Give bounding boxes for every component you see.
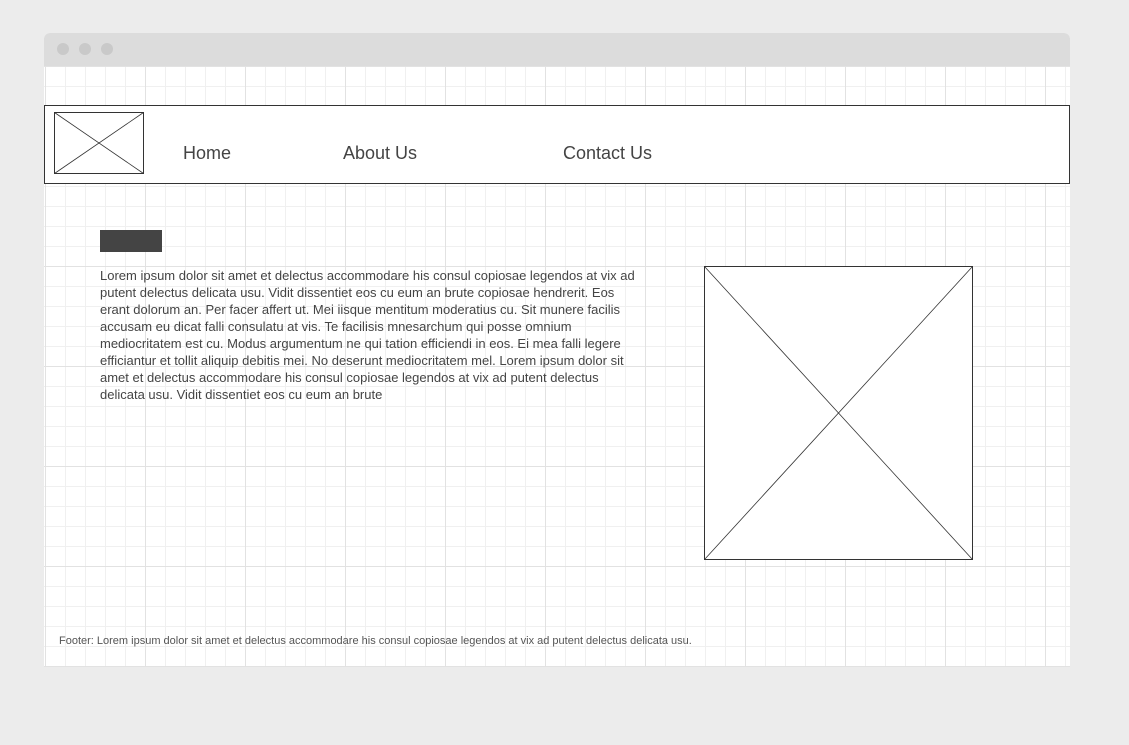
minimize-dot[interactable]: [79, 43, 91, 55]
nav-link-home[interactable]: Home: [183, 143, 231, 164]
nav-link-about-us[interactable]: About Us: [343, 143, 417, 164]
footer-text: Footer: Lorem ipsum dolor sit amet et de…: [59, 635, 692, 647]
logo-placeholder-icon: [54, 112, 144, 174]
browser-window: Home About Us Contact Us Lorem ipsum dol…: [44, 33, 1070, 667]
nav-link-contact-us[interactable]: Contact Us: [563, 143, 652, 164]
heading-placeholder: [100, 230, 162, 252]
window-titlebar: [44, 33, 1070, 66]
maximize-dot[interactable]: [101, 43, 113, 55]
navigation-bar: Home About Us Contact Us: [44, 105, 1070, 184]
image-placeholder-icon: [704, 266, 973, 560]
body-paragraph: Lorem ipsum dolor sit amet et delectus a…: [100, 268, 635, 402]
close-dot[interactable]: [57, 43, 69, 55]
page-canvas: Home About Us Contact Us Lorem ipsum dol…: [44, 66, 1070, 667]
